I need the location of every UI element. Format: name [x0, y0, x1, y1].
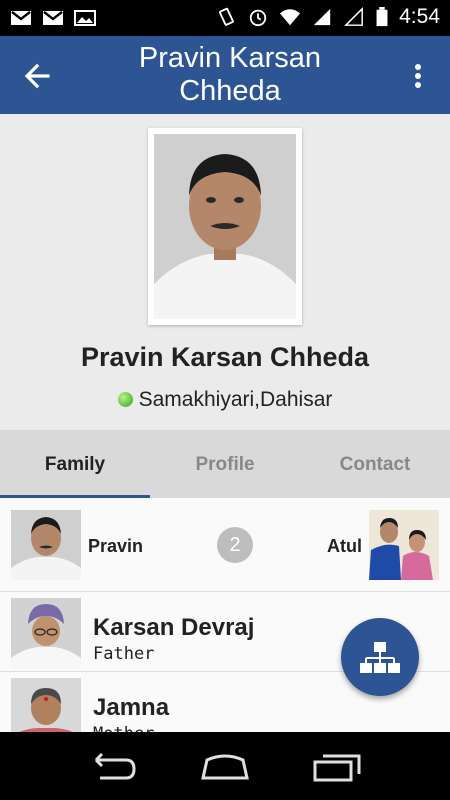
page-title: Pravin Karsan Chheda	[138, 42, 322, 107]
alarm-icon	[249, 9, 267, 27]
profile-header: Pravin Karsan Chheda Samakhiyari,Dahisar	[0, 114, 450, 430]
profile-location: Samakhiyari,Dahisar	[0, 388, 450, 412]
profile-photo	[154, 134, 296, 319]
back-nav-icon[interactable]	[84, 750, 140, 784]
tab-contact[interactable]: Contact	[300, 430, 450, 498]
family-list: Pravin 2 Atul Karsan Devraj Father Jamna	[0, 498, 450, 732]
profile-name: Pravin Karsan Chheda	[80, 342, 370, 372]
member-relation: Mother	[93, 724, 154, 732]
gallery-icon	[74, 10, 96, 26]
gmail-icon	[43, 11, 63, 25]
tab-family[interactable]: Family	[0, 430, 150, 498]
tab-profile[interactable]: Profile	[150, 430, 300, 498]
member-name: Jamna	[93, 694, 170, 721]
sibling-name-right: Atul	[327, 536, 362, 556]
tab-bar: Family Profile Contact	[0, 430, 450, 498]
member-relation: Father	[93, 644, 155, 664]
family-tree-icon	[360, 642, 400, 673]
signal-icon	[344, 7, 364, 26]
more-vert-icon[interactable]	[406, 58, 430, 94]
member-name: Karsan Devraj	[93, 614, 255, 641]
family-tree-button[interactable]	[341, 618, 419, 696]
sibling-avatar[interactable]	[11, 510, 81, 580]
nav-bar	[0, 732, 450, 800]
home-nav-icon[interactable]	[197, 750, 253, 784]
online-status-icon	[117, 392, 133, 407]
wifi-icon	[280, 9, 301, 26]
status-time: 4:54	[399, 5, 440, 28]
status-bar: 4:54	[0, 0, 450, 36]
arrow-left-icon[interactable]	[20, 58, 56, 94]
siblings-row: Pravin 2 Atul	[0, 498, 450, 592]
sibling-avatar[interactable]	[369, 510, 439, 580]
signal-icon	[313, 8, 331, 26]
recents-nav-icon[interactable]	[309, 750, 365, 784]
location-text: Samakhiyari,Dahisar	[138, 388, 333, 411]
member-avatar	[11, 678, 81, 732]
sibling-name-left: Pravin	[88, 536, 144, 556]
sibling-count-badge: 2	[217, 527, 253, 563]
member-avatar	[11, 598, 81, 668]
battery-icon	[376, 7, 388, 27]
gmail-icon	[11, 11, 31, 25]
vibrate-icon	[219, 7, 234, 26]
profile-photo-frame[interactable]	[148, 128, 302, 325]
app-bar: Pravin Karsan Chheda	[0, 36, 450, 114]
